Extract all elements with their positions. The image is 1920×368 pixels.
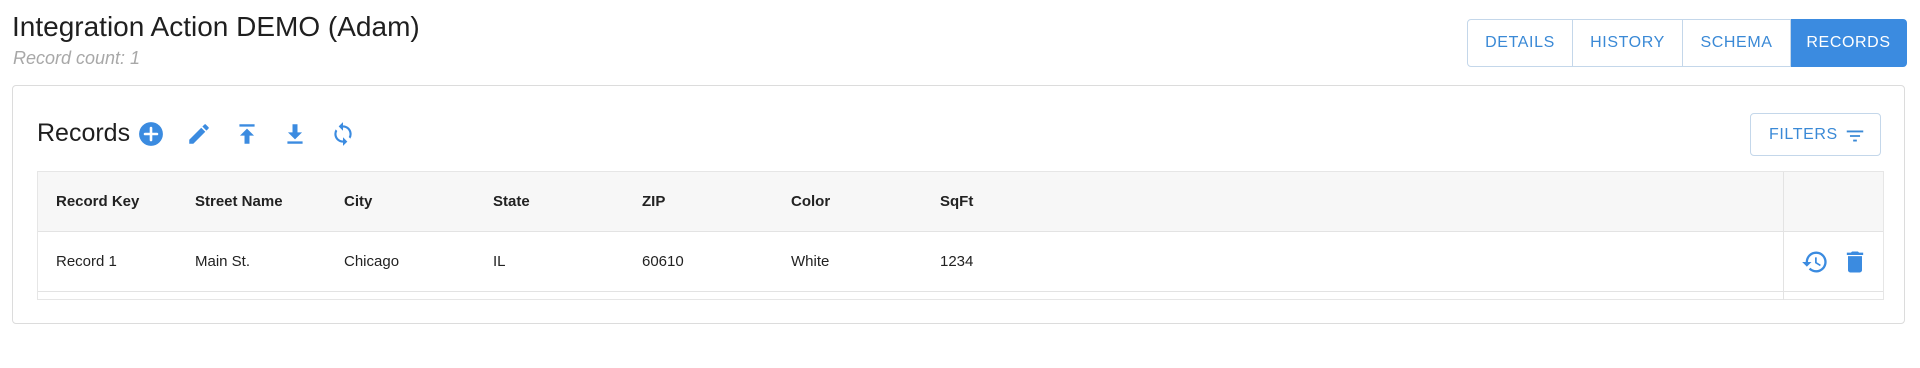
column-header-color[interactable]: Color — [791, 172, 830, 231]
cell-record-key: Record 1 — [56, 253, 117, 270]
filters-button[interactable]: FILTERS — [1750, 113, 1881, 156]
column-header-state[interactable]: State — [493, 172, 530, 231]
download-icon — [287, 124, 303, 144]
edit-button[interactable] — [185, 120, 213, 148]
upload-button[interactable] — [233, 120, 261, 148]
trash-icon — [1846, 251, 1864, 273]
record-count: Record count: 1 — [13, 48, 141, 68]
refresh-button[interactable] — [329, 120, 357, 148]
tab-records[interactable]: RECORDS — [1791, 19, 1907, 67]
records-title: Records — [37, 119, 131, 147]
record-history-button[interactable] — [1800, 247, 1830, 277]
add-circle-icon — [139, 122, 163, 146]
column-header-sqft[interactable]: SqFt — [940, 172, 973, 231]
records-table: Record Key Street Name City State ZIP Co… — [37, 171, 1884, 300]
delete-record-button[interactable] — [1840, 247, 1870, 277]
upload-icon — [239, 124, 255, 144]
page-title: Integration Action DEMO (Adam) — [12, 11, 420, 42]
view-tabs: DETAILS HISTORY SCHEMA RECORDS — [1467, 19, 1907, 67]
tab-history[interactable]: HISTORY — [1573, 19, 1683, 67]
table-header: Record Key Street Name City State ZIP Co… — [38, 172, 1883, 232]
column-header-record-key[interactable]: Record Key — [56, 172, 139, 231]
cell-sqft: 1234 — [940, 253, 974, 270]
row-actions-column — [1783, 172, 1885, 300]
cell-city: Chicago — [344, 253, 400, 270]
column-header-zip[interactable]: ZIP — [642, 172, 665, 231]
pencil-icon — [189, 124, 209, 144]
cell-state: IL — [493, 253, 506, 270]
column-header-street-name[interactable]: Street Name — [195, 172, 283, 231]
column-header-city[interactable]: City — [344, 172, 372, 231]
page: Integration Action DEMO (Adam) Record co… — [0, 0, 1920, 368]
history-icon — [1802, 251, 1827, 273]
cell-zip: 60610 — [642, 253, 684, 270]
filters-label: FILTERS — [1769, 125, 1838, 143]
download-button[interactable] — [281, 120, 309, 148]
filter-lines-icon — [1846, 130, 1864, 142]
tab-schema[interactable]: SCHEMA — [1683, 19, 1791, 67]
cell-color: White — [791, 253, 830, 270]
table-row[interactable]: Record 1 Main St. Chicago IL 60610 White… — [38, 232, 1883, 292]
add-record-button[interactable] — [137, 120, 165, 148]
tab-details[interactable]: DETAILS — [1467, 19, 1573, 67]
sync-icon — [334, 122, 352, 146]
cell-street-name: Main St. — [195, 253, 251, 270]
records-card: Records FILTERS Record Key Street Name C… — [12, 85, 1905, 324]
